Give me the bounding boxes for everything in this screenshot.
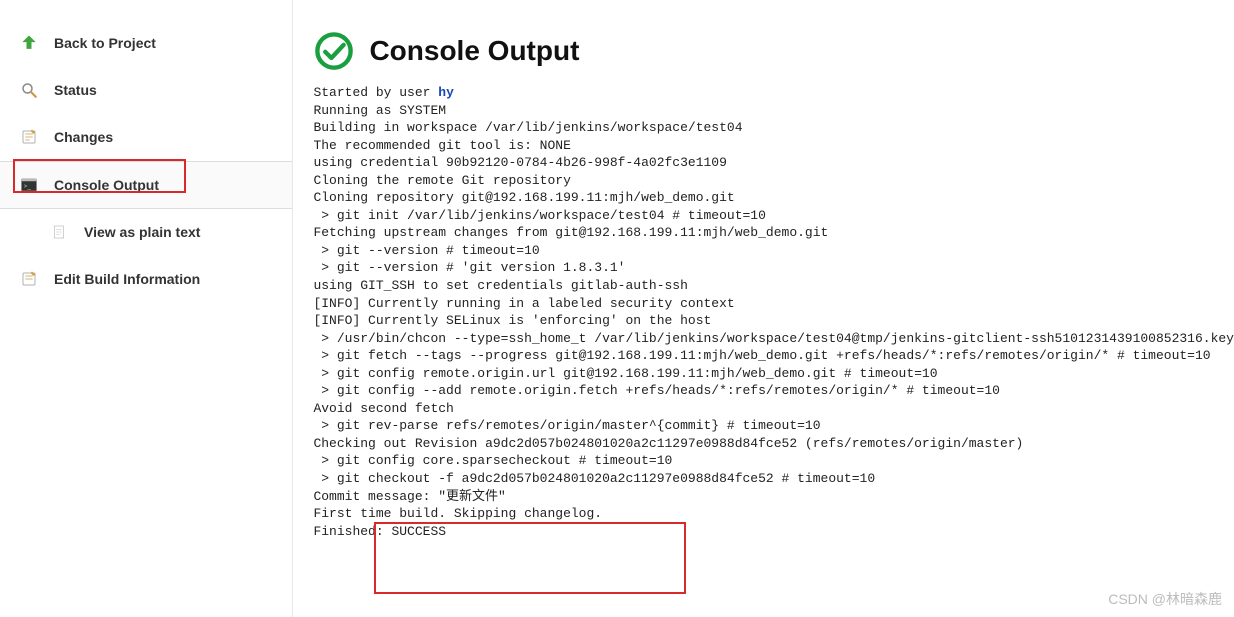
started-text: Started by user — [313, 85, 438, 100]
nav-label: Console Output — [54, 177, 159, 193]
console-lines: Running as SYSTEM Building in workspace … — [313, 103, 1234, 539]
sidebar: Back to Project Status Changes >_ Consol… — [0, 0, 293, 617]
magnifier-icon — [18, 79, 40, 101]
svg-text:>_: >_ — [24, 183, 32, 190]
page-title-row: Console Output — [313, 30, 1234, 72]
terminal-icon: >_ — [18, 174, 40, 196]
success-icon — [313, 30, 355, 72]
user-link[interactable]: hy — [438, 85, 454, 100]
notepad-icon — [18, 126, 40, 148]
watermark: CSDN @林暗森鹿 — [1108, 589, 1222, 609]
nav-label: View as plain text — [84, 224, 200, 240]
nav-label: Changes — [54, 129, 113, 145]
main-content: Console Output Started by user hy Runnin… — [293, 0, 1234, 617]
page-title: Console Output — [369, 35, 579, 67]
document-icon — [48, 221, 70, 243]
up-arrow-icon — [18, 32, 40, 54]
nav-console-output[interactable]: >_ Console Output — [0, 161, 292, 209]
nav-status[interactable]: Status — [0, 67, 292, 114]
nav-label: Status — [54, 82, 97, 98]
notepad-edit-icon — [18, 268, 40, 290]
nav-label: Edit Build Information — [54, 271, 200, 287]
nav-view-plain-text[interactable]: View as plain text — [0, 209, 292, 256]
nav-changes[interactable]: Changes — [0, 114, 292, 161]
nav-back-to-project[interactable]: Back to Project — [0, 20, 292, 67]
console-output-text: Started by user hy Running as SYSTEM Bui… — [313, 84, 1234, 540]
nav-label: Back to Project — [54, 35, 156, 51]
nav-edit-build-info[interactable]: Edit Build Information — [0, 256, 292, 303]
